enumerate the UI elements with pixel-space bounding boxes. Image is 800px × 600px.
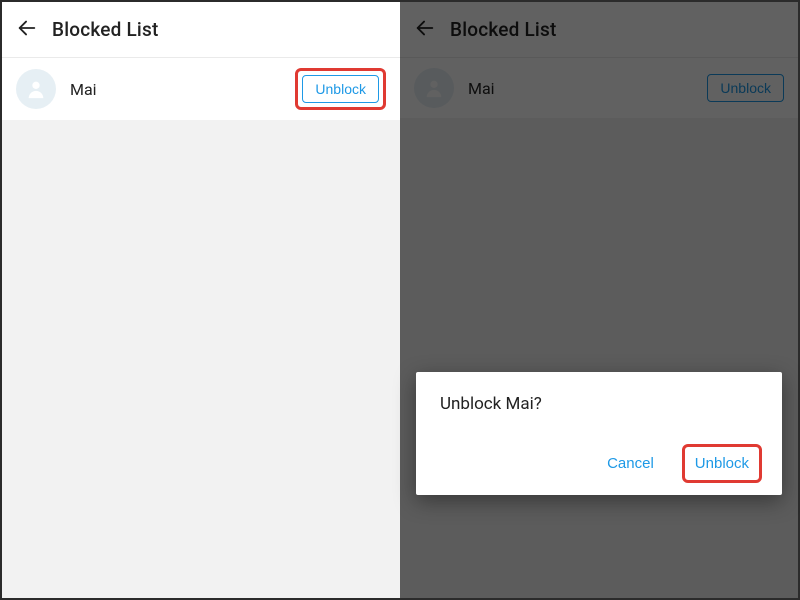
unblock-dialog: Unblock Mai? Cancel Unblock — [416, 372, 782, 495]
avatar-icon — [16, 69, 56, 109]
blocked-user-name: Mai — [70, 80, 281, 99]
annotation-highlight: Unblock — [295, 68, 386, 110]
unblock-button[interactable]: Unblock — [302, 75, 379, 103]
modal-scrim[interactable] — [400, 2, 798, 598]
empty-area — [2, 120, 400, 598]
blocked-list: Mai Unblock — [2, 58, 400, 120]
screen-blocked-list: Blocked List Mai Unblock — [2, 2, 400, 598]
back-arrow-icon[interactable] — [16, 17, 38, 43]
dialog-actions: Cancel Unblock — [440, 444, 762, 483]
dialog-title: Unblock Mai? — [440, 394, 762, 414]
screen-unblock-confirm: Blocked List Mai Unblock Unblock Mai? Ca… — [400, 2, 798, 598]
annotation-highlight: Unblock — [682, 444, 762, 483]
page-title: Blocked List — [52, 18, 158, 41]
header: Blocked List — [2, 2, 400, 58]
list-item: Mai Unblock — [2, 58, 400, 120]
confirm-unblock-button[interactable]: Unblock — [691, 449, 753, 478]
cancel-button[interactable]: Cancel — [603, 449, 658, 478]
